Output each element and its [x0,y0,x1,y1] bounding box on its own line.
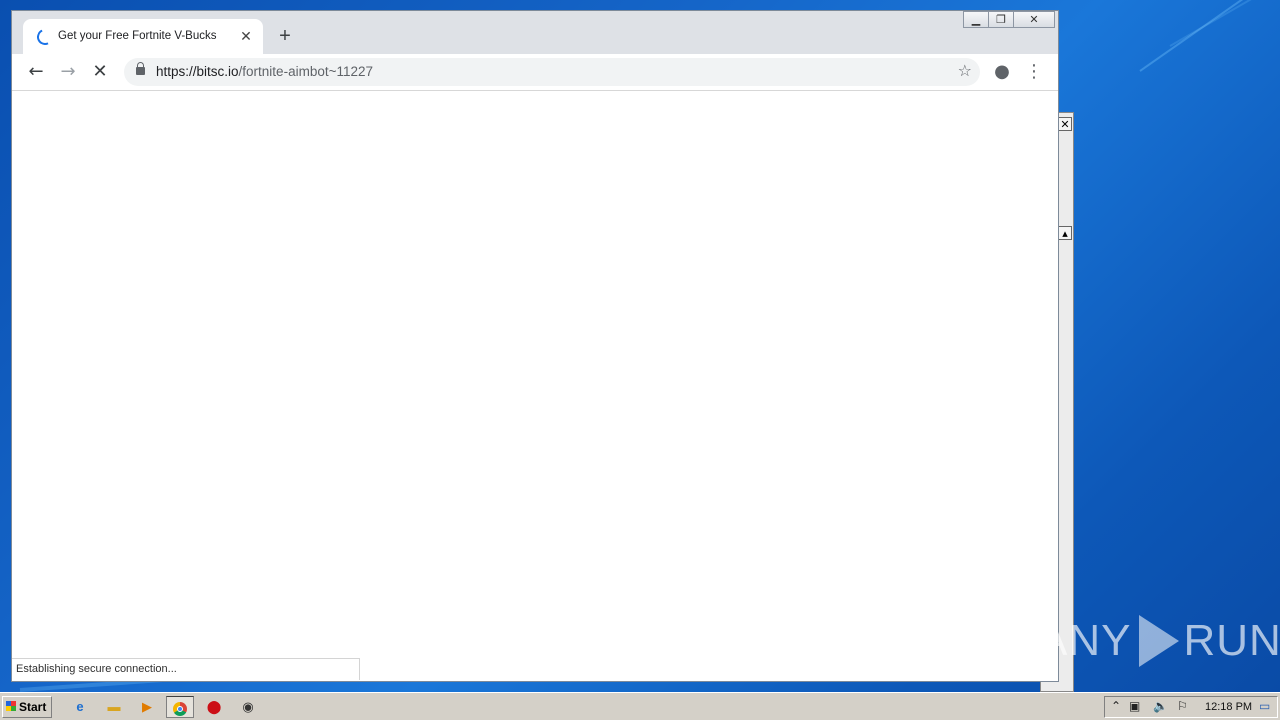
volume-icon[interactable]: 🔈 [1153,699,1168,713]
watermark-logo: ANY RUN [1038,608,1280,674]
status-bubble: Establishing secure connection... [12,658,360,680]
plus-icon: + [279,25,291,47]
minimize-button[interactable]: ▁ [963,11,989,28]
kebab-menu-icon: ⋮ [1025,61,1043,82]
desktop-streak [1139,0,1272,72]
tab-active[interactable]: Get your Free Fortnite V-Bucks ✕ [23,19,263,54]
media-player-icon[interactable]: ▶ [133,696,161,718]
tab-strip: Get your Free Fortnite V-Bucks ✕ + ▁ ❐ ✕ [12,11,1058,54]
url-path: /fortnite-aimbot~11227 [238,64,374,79]
taskbar: Start e ▬ ▶ ⬤ ◉ ⌃ ▣ 🔈 ⚐ 12:18 PM ▭ [0,692,1280,720]
ie-icon[interactable]: e [66,696,94,718]
arrow-left-icon: ← [28,61,44,82]
play-icon [1139,615,1180,667]
opera-icon[interactable]: ⬤ [200,696,228,718]
account-icon: ● [994,61,1010,82]
folder-icon[interactable]: ▬ [100,696,128,718]
chevron-up-icon[interactable]: ⌃ [1111,699,1121,713]
network-icon[interactable]: ▣ [1129,699,1140,713]
system-tray: ⌃ ▣ 🔈 ⚐ 12:18 PM ▭ [1104,696,1278,718]
windows-logo-icon [6,701,16,711]
close-icon[interactable]: ✕ [237,27,255,45]
app-icon[interactable]: ◉ [234,696,262,718]
star-icon[interactable]: ☆ [958,61,972,81]
back-button[interactable]: ← [24,60,48,84]
show-desktop-icon[interactable]: ▭ [1259,699,1270,713]
close-window-button[interactable]: ✕ [1013,11,1055,28]
url-text[interactable]: https://bitsc.io/fortnite-aimbot~11227 [156,64,373,79]
start-button[interactable]: Start [2,696,52,718]
menu-button[interactable]: ⋮ [1022,60,1046,84]
lock-icon [136,62,145,75]
stop-icon: ✕ [92,61,108,82]
address-bar[interactable]: https://bitsc.io/fortnite-aimbot~11227 ☆ [124,58,980,86]
scroll-up-icon[interactable]: ▴ [1058,226,1072,240]
toolbar: ← → ✕ https://bitsc.io/fortnite-aimbot~1… [12,54,1058,91]
restore-button[interactable]: ❐ [988,11,1014,28]
forward-button[interactable]: → [56,60,80,84]
page-content [12,91,1058,681]
clock[interactable]: 12:18 PM [1205,701,1252,713]
tab-title: Get your Free Fortnite V-Bucks [58,30,217,42]
start-label: Start [19,700,47,714]
browser-window: Get your Free Fortnite V-Bucks ✕ + ▁ ❐ ✕… [11,10,1059,682]
profile-button[interactable]: ● [990,60,1014,84]
stop-button[interactable]: ✕ [88,60,112,84]
new-tab-button[interactable]: + [272,24,298,50]
flag-icon[interactable]: ⚐ [1177,699,1188,713]
watermark-text-left: ANY [1038,616,1132,665]
loading-spinner-icon [34,26,56,48]
url-host: https://bitsc.io [156,64,239,79]
chrome-icon[interactable] [166,696,194,718]
arrow-right-icon: → [60,61,76,82]
watermark-text-right: RUN [1183,616,1280,665]
close-icon[interactable]: ✕ [1058,117,1072,131]
